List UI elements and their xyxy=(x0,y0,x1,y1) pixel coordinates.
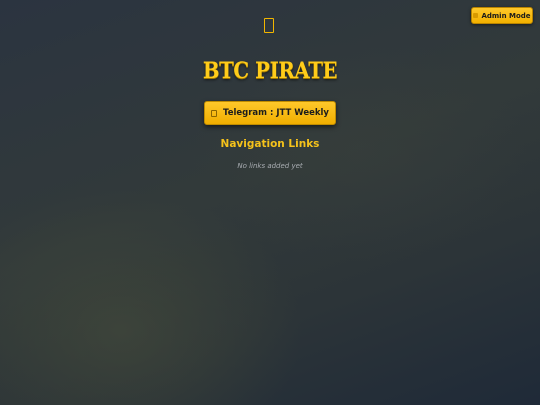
telegram-icon xyxy=(211,109,218,117)
admin-icon xyxy=(473,13,479,18)
site-title: BTC PIRATE xyxy=(202,58,338,84)
telegram-link-label: Telegram : JTT Weekly xyxy=(223,108,329,118)
no-links-message: No links added yet xyxy=(237,162,303,170)
navigation-links-heading: Navigation Links xyxy=(220,138,320,150)
telegram-link-button[interactable]: Telegram : JTT Weekly xyxy=(204,101,336,125)
admin-mode-button[interactable]: Admin Mode xyxy=(471,7,533,24)
admin-mode-label: Admin Mode xyxy=(481,11,531,20)
logo-icon xyxy=(264,18,274,33)
